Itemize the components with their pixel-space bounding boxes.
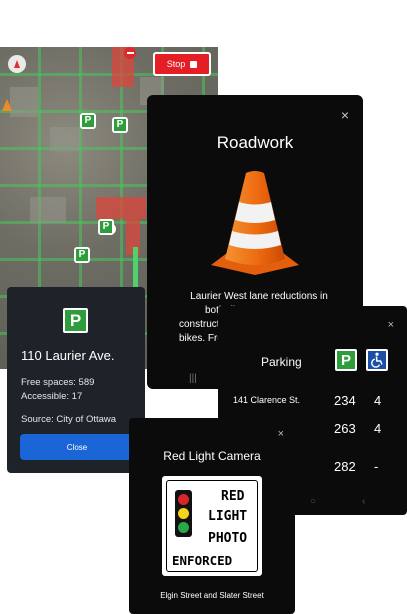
close-icon[interactable]: ×: [388, 319, 394, 331]
parking-marker-icon[interactable]: P: [80, 113, 96, 129]
close-icon[interactable]: ×: [341, 107, 349, 123]
menu-bars-icon[interactable]: |||: [189, 373, 197, 384]
map-block: [10, 87, 38, 117]
data-source: Source: City of Ottawa: [21, 414, 117, 425]
compass-icon[interactable]: [8, 55, 26, 73]
accessible-spaces: Accessible: 17: [21, 391, 83, 402]
back-icon[interactable]: ‹: [362, 496, 365, 507]
camera-location: Elgin Street and Slater Street: [160, 591, 264, 600]
parking-marker-icon[interactable]: P: [112, 117, 128, 133]
free-count: 263: [334, 421, 356, 436]
no-entry-icon[interactable]: [124, 47, 136, 59]
free-count: 234: [334, 393, 356, 408]
parking-marker-icon[interactable]: P: [98, 219, 114, 235]
stop-icon: [190, 60, 198, 68]
free-count: 282: [334, 459, 356, 474]
close-icon[interactable]: ×: [278, 428, 284, 440]
green-light: [178, 522, 189, 533]
parking-list-header: Parking: [261, 355, 302, 369]
accessible-count: 4: [374, 393, 382, 408]
sign-text: ENFORCED: [172, 553, 233, 568]
accessible-count: -: [374, 459, 379, 474]
road-closure: [96, 197, 146, 219]
stop-button[interactable]: Stop: [153, 52, 211, 76]
sign-text: RED: [221, 489, 245, 504]
red-light: [178, 494, 189, 505]
accessible-count: 4: [374, 421, 382, 436]
red-light-photo-enforced-sign: RED LIGHT PHOTO ENFORCED: [162, 476, 262, 576]
parking-row[interactable]: 141 Clarence St. 234 4: [218, 393, 407, 409]
parking-name: 110 Laurier Ave.: [21, 348, 115, 363]
map-block: [30, 197, 66, 223]
free-spaces: Free spaces: 589: [21, 377, 95, 388]
description-line: Laurier West lane reductions in: [190, 291, 328, 302]
close-button[interactable]: Close: [20, 434, 134, 460]
red-light-camera-popup: × Red Light Camera RED LIGHT PHOTO ENFOR…: [129, 418, 295, 614]
parking-marker-icon[interactable]: P: [74, 247, 90, 263]
home-icon[interactable]: ○: [310, 496, 316, 507]
lot-name: 141 Clarence St.: [233, 395, 301, 405]
sign-text: PHOTO: [208, 531, 248, 546]
roadwork-cone-icon[interactable]: [2, 99, 12, 111]
parking-popup: P 110 Laurier Ave. Free spaces: 589 Acce…: [7, 287, 145, 473]
map-block: [50, 127, 80, 151]
yellow-light: [178, 508, 189, 519]
wheelchair-accessible-icon: [366, 349, 388, 371]
parking-icon: P: [335, 349, 357, 371]
stop-button-label: Stop: [166, 59, 186, 69]
sign-text: LIGHT: [208, 509, 248, 524]
traffic-cone-icon: [211, 171, 299, 275]
parking-icon: P: [63, 308, 88, 333]
traffic-light-icon: [175, 490, 192, 537]
popup-title: Roadwork: [216, 133, 294, 152]
popup-title: Red Light Camera: [163, 449, 261, 463]
